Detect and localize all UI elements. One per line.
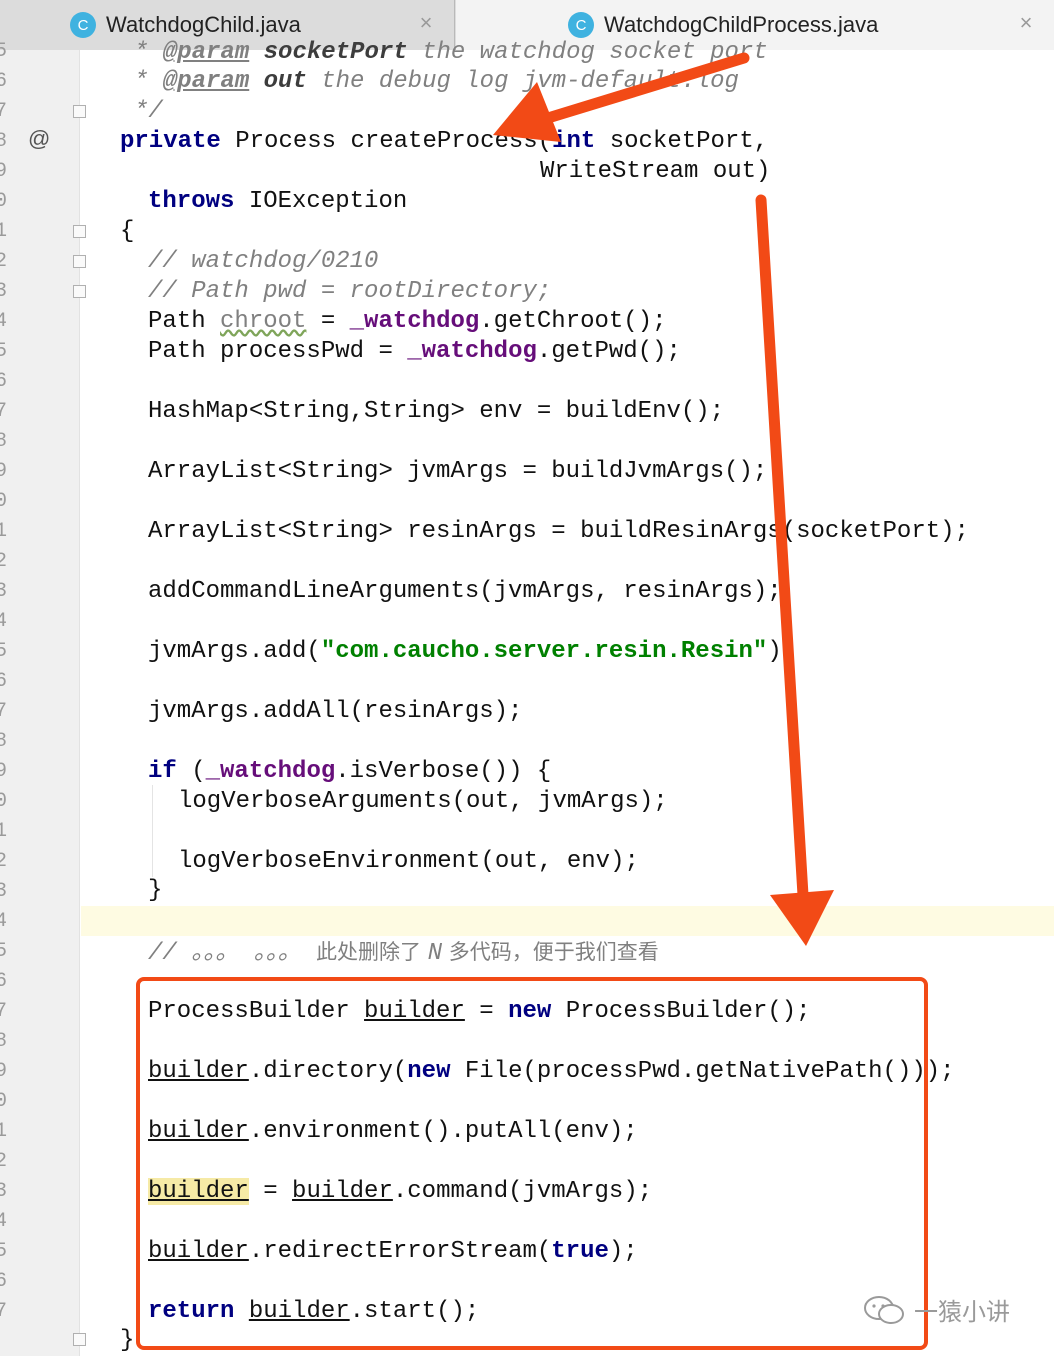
watermark-text: 一猿小讲: [914, 1298, 1010, 1326]
annotation-arrows: [493, 52, 834, 946]
wechat-icon: [864, 1295, 904, 1324]
arrow-down-to-box: [755, 194, 834, 946]
watermark: 一猿小讲: [862, 1292, 1010, 1327]
arrow-to-method-signature: [493, 52, 750, 142]
